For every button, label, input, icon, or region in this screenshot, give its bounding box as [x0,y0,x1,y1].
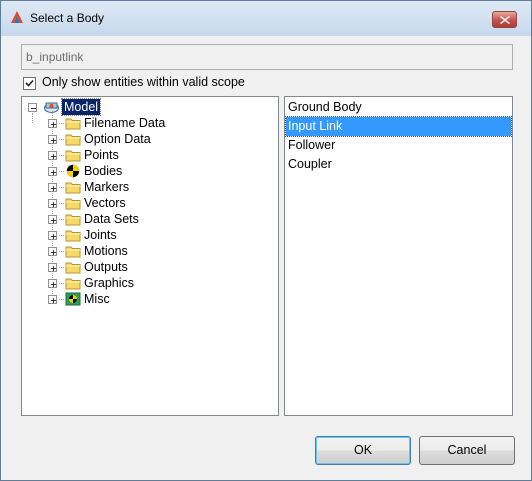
folder-icon [65,276,81,290]
expand-icon[interactable] [48,183,57,192]
select-body-dialog: Select a Body b_inputlink Only show enti… [0,0,532,481]
body-list[interactable]: Ground Body Input Link Follower Coupler [284,96,513,416]
tree-connector [59,219,64,220]
close-icon [500,16,510,24]
expand-icon[interactable] [48,119,57,128]
expand-icon[interactable] [48,231,57,240]
body-list-item[interactable]: Coupler [286,155,511,174]
collapse-icon[interactable] [28,103,37,112]
tree-connector [59,187,64,188]
tree-connector [59,251,64,252]
folder-icon [65,228,81,242]
expand-icon[interactable] [48,215,57,224]
tree-connector [59,267,64,268]
folder-icon [65,132,81,146]
folder-icon [65,212,81,226]
title-bar: Select a Body [1,1,531,36]
tree-connector [59,283,64,284]
expand-icon[interactable] [48,199,57,208]
model-tree[interactable]: Model Filename Data Option Data Points Bodi… [21,96,279,416]
tree-connector [59,299,64,300]
expand-icon[interactable] [48,135,57,144]
expand-icon[interactable] [48,295,57,304]
body-name-field[interactable]: b_inputlink [21,44,513,70]
expand-icon[interactable] [48,263,57,272]
tree-item-label: Vectors [84,196,126,210]
tree-connector [59,203,64,204]
tree-item-label: Filename Data [84,116,166,130]
tree-item-label: Option Data [84,132,151,146]
tree-connector [59,155,64,156]
close-button[interactable] [492,11,517,28]
model-icon [43,100,59,114]
expand-icon[interactable] [48,167,57,176]
tree-item-label: Joints [84,228,117,242]
folder-icon [65,116,81,130]
tree-item-label: Points [84,148,119,162]
ok-button[interactable]: OK [315,436,411,465]
expand-icon[interactable] [48,151,57,160]
tree-connector [59,171,64,172]
folder-icon [65,244,81,258]
tree-item-label: Outputs [84,260,128,274]
folder-icon [65,260,81,274]
tree-connector [59,139,64,140]
folder-icon [65,180,81,194]
tree-connector [59,235,64,236]
tree-item-label: Data Sets [84,212,139,226]
body-list-item[interactable]: Input Link [285,116,512,137]
body-list-item[interactable]: Ground Body [286,98,511,117]
expand-icon[interactable] [48,247,57,256]
folder-icon [65,196,81,210]
tree-connector [59,123,64,124]
scope-checkbox[interactable] [23,77,36,90]
scope-checkbox-label: Only show entities within valid scope [42,75,245,89]
body-icon [65,164,81,178]
expand-icon[interactable] [48,279,57,288]
checkmark-icon [25,79,34,87]
tree-connector [32,113,33,123]
tree-item-label: Bodies [84,164,123,178]
body-list-item[interactable]: Follower [286,136,511,155]
tree-item-label: Graphics [84,276,135,290]
tree-root-label: Model [60,98,102,116]
misc-icon [65,292,81,306]
folder-icon [65,148,81,162]
tree-item-label: Markers [84,180,130,194]
window-title: Select a Body [30,11,105,25]
tree-item-label: Motions [84,244,128,258]
altair-logo-icon [10,10,24,24]
cancel-button[interactable]: Cancel [419,436,515,465]
tree-item-label: Misc [84,292,110,306]
